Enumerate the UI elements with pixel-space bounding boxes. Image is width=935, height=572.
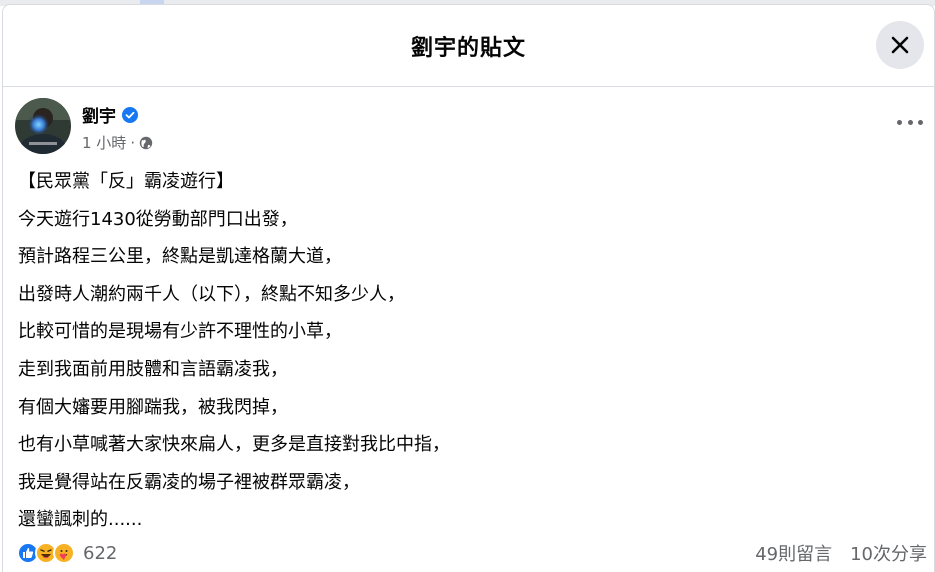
post-meta: 1 小時 · xyxy=(82,132,153,153)
post-text: 【民眾黨「反」霸凌遊行】 今天遊行1430從勞動部門口出發， 預計路程三公里，終… xyxy=(18,168,915,544)
post-header: 劉宇 1 小時 · xyxy=(15,98,935,158)
close-button[interactable] xyxy=(876,21,924,69)
post-line: 【民眾黨「反」霸凌遊行】 xyxy=(18,171,234,192)
post-time[interactable]: 1 小時 xyxy=(82,132,126,153)
modal-title: 劉宇的貼文 xyxy=(410,35,526,61)
modal-header: 劉宇的貼文 xyxy=(3,5,934,87)
reactions-summary[interactable]: 622 xyxy=(17,542,117,564)
avatar-image xyxy=(15,98,71,154)
close-icon xyxy=(891,36,909,54)
avatar[interactable] xyxy=(15,98,71,154)
reaction-count[interactable]: 622 xyxy=(83,543,117,564)
more-dot xyxy=(907,119,913,125)
author-name-row: 劉宇 xyxy=(82,102,138,127)
post-line: 出發時人潮約兩千人（以下），終點不知多少人， xyxy=(18,283,405,305)
post-line: 有個大嬸要用腳踹我，被我閃掉， xyxy=(18,396,288,418)
verified-badge-icon xyxy=(122,106,138,123)
shares-count-link[interactable]: 10次分享 xyxy=(850,540,927,566)
more-dot xyxy=(918,119,923,125)
post-line: 預計路程三公里，終點是凱達格蘭大道， xyxy=(18,246,342,268)
post-footer: 622 49則留言 10次分享 xyxy=(17,538,927,568)
care-icon xyxy=(53,542,75,564)
more-options-button[interactable] xyxy=(897,116,923,128)
post-line: 走到我面前用肢體和言語霸凌我， xyxy=(18,358,288,380)
post-line: 今天遊行1430從勞動部門口出發， xyxy=(18,208,298,230)
post-line: 比較可惜的是現場有少許不理性的小草， xyxy=(18,321,342,343)
globe-icon[interactable] xyxy=(139,136,153,150)
more-dot xyxy=(897,119,902,125)
post-line: 我是覺得站在反霸凌的場子裡被群眾霸凌， xyxy=(18,471,360,493)
post-line: 也有小草喊著大家快來扁人，更多是直接對我比中指， xyxy=(18,434,450,456)
author-name[interactable]: 劉宇 xyxy=(82,102,116,127)
comments-count-link[interactable]: 49則留言 xyxy=(755,540,832,566)
engagement-stats: 49則留言 10次分享 xyxy=(755,540,927,566)
meta-separator: · xyxy=(130,133,136,152)
